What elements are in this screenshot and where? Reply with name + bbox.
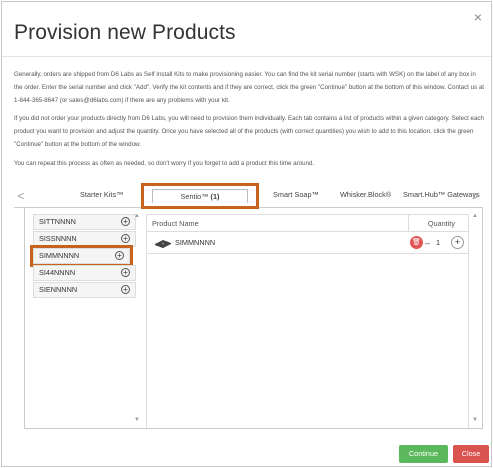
list-item-label: SIENNNNN xyxy=(39,285,78,294)
list-item-label: SITTNNNN xyxy=(39,217,76,226)
tab-label: Starter Kits™ xyxy=(80,190,124,199)
tab-label: Whisker.Block® xyxy=(340,190,392,199)
instructions-repeat: You can repeat this process as often as … xyxy=(14,160,315,167)
scroll-down-icon[interactable]: ▼ xyxy=(471,416,479,424)
category-scrollbar[interactable]: ▲ ▼ xyxy=(133,212,141,424)
add-circle-icon[interactable]: + xyxy=(115,251,124,260)
tab-sentio[interactable]: Sentio™ (1) xyxy=(141,183,259,209)
tab-label: Smart Soap™ xyxy=(273,190,319,199)
provision-dialog: × Provision new Products Generally, orde… xyxy=(1,1,492,467)
instructions-kit: Generally, orders are shipped from D6 La… xyxy=(14,71,485,104)
list-item-label: SI44NNNN xyxy=(39,268,76,277)
tab-count: (1) xyxy=(210,192,220,201)
list-item[interactable]: SISSNNNN + xyxy=(33,231,136,247)
tab-sentio-inner: Sentio™ (1) xyxy=(152,189,248,204)
tabs-prev-icon[interactable]: < xyxy=(14,186,28,206)
list-item[interactable]: SITTNNNN + xyxy=(33,214,136,230)
close-icon[interactable]: × xyxy=(471,10,485,24)
table-header: Product Name Quantity xyxy=(147,215,468,232)
tab-whisker-block[interactable]: Whisker.Block® xyxy=(340,188,391,208)
category-tabs: < Starter Kits™ Sentio™ (1) Smart Soap™ … xyxy=(14,183,483,209)
add-circle-icon[interactable]: + xyxy=(121,268,130,277)
list-item[interactable]: SI44NNNN + xyxy=(33,265,136,281)
quantity-stepper: 🗑 – 1 + xyxy=(410,236,464,250)
products-scrollbar[interactable]: ▲ ▼ xyxy=(471,212,479,424)
add-circle-icon[interactable]: + xyxy=(121,217,130,226)
sensor-device-icon xyxy=(155,240,171,248)
tabs-next-icon[interactable]: > xyxy=(469,186,483,206)
tab-starter-kits[interactable]: Starter Kits™ xyxy=(80,188,123,208)
product-name: SIMMNNNN xyxy=(175,238,216,247)
quantity-value: 1 xyxy=(436,238,441,247)
column-header-product-name: Product Name xyxy=(152,219,199,228)
scroll-up-icon[interactable]: ▲ xyxy=(471,212,479,220)
table-row: SIMMNNNN 🗑 – 1 + xyxy=(147,232,468,254)
increment-button[interactable]: + xyxy=(451,236,464,249)
decrement-button[interactable]: – xyxy=(425,232,430,254)
instructions-individual: If you did not order your products direc… xyxy=(14,115,484,148)
list-item-selected[interactable]: SIMMNNNN + xyxy=(30,245,133,267)
delete-icon[interactable]: 🗑 xyxy=(410,236,423,249)
close-button[interactable]: Close xyxy=(453,445,489,463)
scroll-up-icon[interactable]: ▲ xyxy=(133,212,141,220)
column-divider xyxy=(408,215,409,232)
list-item-label: SISSNNNN xyxy=(39,234,77,243)
list-item[interactable]: SIENNNNN + xyxy=(33,282,136,298)
add-circle-icon[interactable]: + xyxy=(121,234,130,243)
dialog-title: Provision new Products xyxy=(14,21,236,44)
tab-label: Sentio™ xyxy=(180,192,209,201)
continue-button[interactable]: Continue xyxy=(399,445,448,463)
title-divider xyxy=(2,56,491,57)
tab-panel: SITTNNNN + SISSNNNN + SIMMNNNN + SI44NNN… xyxy=(24,208,483,429)
tab-smart-soap[interactable]: Smart Soap™ xyxy=(273,188,319,208)
selected-products-table: Product Name Quantity SIMMNNNN 🗑 – 1 + xyxy=(146,214,469,428)
scroll-down-icon[interactable]: ▼ xyxy=(133,416,141,424)
list-item-label: SIMMNNNN xyxy=(39,251,80,260)
add-circle-icon[interactable]: + xyxy=(121,285,130,294)
column-header-quantity: Quantity xyxy=(427,219,455,228)
